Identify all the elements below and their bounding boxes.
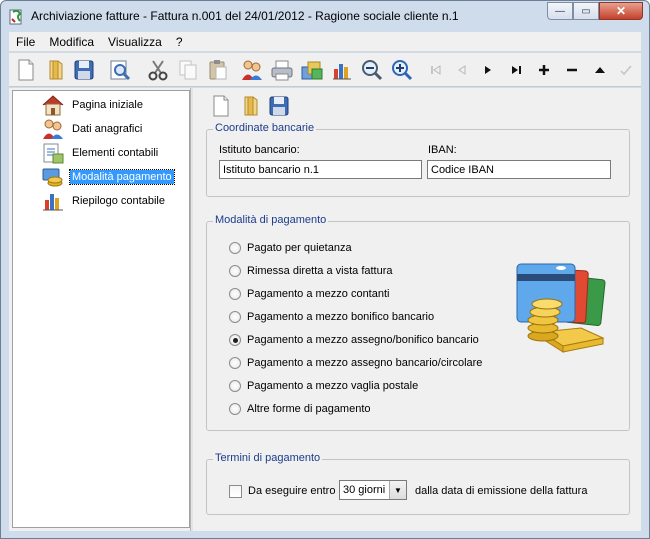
save-icon[interactable]	[71, 57, 97, 83]
minimize-icon: —	[555, 5, 565, 17]
menu-visualizza[interactable]: Visualizza	[101, 35, 169, 49]
print-icon[interactable]	[269, 57, 295, 83]
sidebar-item-label: Elementi contabili	[72, 147, 159, 159]
sidebar-item-elementi-contabili[interactable]: Elementi contabili	[13, 141, 189, 165]
days-value: 30 giorni	[343, 484, 386, 496]
first-record-icon[interactable]	[423, 57, 449, 83]
payment-terms-group: Termini di pagamento Da eseguire entro 3…	[206, 452, 630, 515]
sidebar-item-label: Pagina iniziale	[72, 99, 143, 111]
payment-option[interactable]: Pagamento a mezzo contanti	[229, 286, 389, 302]
sidebar: Pagina iniziale Dati anagrafici Elementi…	[12, 90, 190, 528]
payment-option-label: Pagamento a mezzo assegno bancario/circo…	[247, 357, 483, 369]
open-folder-icon[interactable]	[43, 57, 69, 83]
zoom-in-icon[interactable]	[389, 57, 415, 83]
radio-button[interactable]	[229, 380, 241, 392]
payment-option[interactable]: Pagato per quietanza	[229, 240, 352, 256]
payment-option[interactable]: Pagamento a mezzo assegno bancario/circo…	[229, 355, 482, 371]
summary-chart-icon	[43, 194, 63, 211]
paste-icon[interactable]	[205, 57, 231, 83]
payment-option[interactable]: Pagamento a mezzo assegno/bonifico banca…	[229, 332, 479, 348]
radio-button-checked[interactable]	[229, 334, 241, 346]
radio-button[interactable]	[229, 265, 241, 277]
payment-option[interactable]: Altre forme di pagamento	[229, 401, 371, 417]
iban-label: IBAN:	[428, 144, 457, 156]
sidebar-item-pagina-iniziale[interactable]: Pagina iniziale	[13, 93, 189, 117]
remove-record-icon[interactable]	[559, 57, 585, 83]
toolbar	[9, 53, 641, 87]
due-suffix-label: dalla data di emissione della fattura	[415, 485, 588, 497]
payment-option[interactable]: Pagamento a mezzo vaglia postale	[229, 378, 418, 394]
copy-icon[interactable]	[175, 57, 201, 83]
menu-help[interactable]: ?	[169, 35, 190, 49]
radio-button[interactable]	[229, 357, 241, 369]
iban-input[interactable]	[427, 160, 611, 179]
next-record-icon[interactable]	[475, 57, 501, 83]
payment-option-label: Altre forme di pagamento	[247, 403, 371, 415]
invoices-icon[interactable]	[299, 57, 325, 83]
payment-option-label: Pagamento a mezzo vaglia postale	[247, 380, 419, 392]
last-record-icon[interactable]	[503, 57, 529, 83]
payment-option[interactable]: Rimessa diretta a vista fattura	[229, 263, 393, 279]
new-doc-icon[interactable]	[209, 94, 233, 118]
payment-icon	[42, 168, 63, 187]
cut-icon[interactable]	[145, 57, 171, 83]
due-within-checkbox[interactable]	[229, 485, 242, 498]
print-preview-icon[interactable]	[107, 57, 133, 83]
new-doc-icon[interactable]	[13, 57, 39, 83]
add-record-icon[interactable]	[531, 57, 557, 83]
sidebar-item-label: Riepilogo contabile	[72, 195, 165, 207]
move-up-icon[interactable]	[587, 57, 613, 83]
group-title: Modalità di pagamento	[213, 214, 329, 226]
title-bar[interactable]: Archiviazione fatture - Fattura n.001 de…	[1, 1, 649, 31]
maximize-button[interactable]: ▭	[573, 2, 599, 20]
institute-input[interactable]	[219, 160, 422, 179]
radio-button[interactable]	[229, 288, 241, 300]
credit-cards-gold-icon	[516, 263, 606, 353]
sidebar-item-label: Modalità pagamento	[69, 169, 175, 185]
payment-option-label: Pagamento a mezzo contanti	[247, 288, 390, 300]
splitter[interactable]	[190, 88, 193, 531]
close-icon: ✕	[615, 4, 627, 18]
save-icon[interactable]	[267, 94, 291, 118]
ledger-icon	[43, 143, 64, 164]
people-icon	[43, 119, 63, 139]
payment-option-label: Pagato per quietanza	[247, 242, 352, 254]
institute-label: Istituto bancario:	[219, 144, 300, 156]
close-button[interactable]: ✕	[599, 2, 643, 20]
previous-record-icon[interactable]	[449, 57, 475, 83]
app-window: Archiviazione fatture - Fattura n.001 de…	[0, 0, 650, 539]
sidebar-item-label: Dati anagrafici	[72, 123, 143, 135]
group-title: Termini di pagamento	[213, 452, 323, 464]
client-area: Pagina iniziale Dati anagrafici Elementi…	[9, 88, 641, 531]
menu-file[interactable]: File	[9, 35, 42, 49]
maximize-icon: ▭	[581, 5, 591, 17]
sidebar-item-riepilogo-contabile[interactable]: Riepilogo contabile	[13, 189, 189, 213]
open-folder-icon[interactable]	[239, 94, 263, 118]
menu-modifica[interactable]: Modifica	[42, 35, 101, 49]
sidebar-item-modalita-pagamento[interactable]: Modalità pagamento	[13, 165, 189, 189]
days-select[interactable]: 30 giorni ▼	[339, 480, 407, 500]
payment-option-label: Pagamento a mezzo bonifico bancario	[247, 311, 435, 323]
radio-button[interactable]	[229, 311, 241, 323]
window-title: Archiviazione fatture - Fattura n.001 de…	[31, 9, 459, 23]
zoom-out-icon[interactable]	[359, 57, 385, 83]
chart-icon[interactable]	[329, 57, 355, 83]
radio-button[interactable]	[229, 403, 241, 415]
home-icon	[42, 95, 64, 116]
bank-coordinates-group: Coordinate bancarie Istituto bancario: I…	[206, 122, 630, 197]
menu-bar: File Modifica Visualizza ?	[9, 32, 641, 52]
payment-option-label: Pagamento a mezzo assegno/bonifico banca…	[247, 334, 479, 346]
sidebar-item-dati-anagrafici[interactable]: Dati anagrafici	[13, 117, 189, 141]
payment-panel: Coordinate bancarie Istituto bancario: I…	[195, 88, 641, 531]
due-within-label: Da eseguire entro	[248, 485, 336, 497]
chevron-down-icon[interactable]: ▼	[389, 481, 406, 499]
payment-option-label: Rimessa diretta a vista fattura	[247, 265, 393, 277]
minimize-button[interactable]: —	[547, 2, 573, 20]
confirm-icon[interactable]	[613, 57, 639, 83]
app-logo-icon	[9, 9, 22, 25]
payment-option[interactable]: Pagamento a mezzo bonifico bancario	[229, 309, 434, 325]
radio-button[interactable]	[229, 242, 241, 254]
group-title: Coordinate bancarie	[213, 122, 317, 134]
clients-icon[interactable]	[239, 57, 265, 83]
